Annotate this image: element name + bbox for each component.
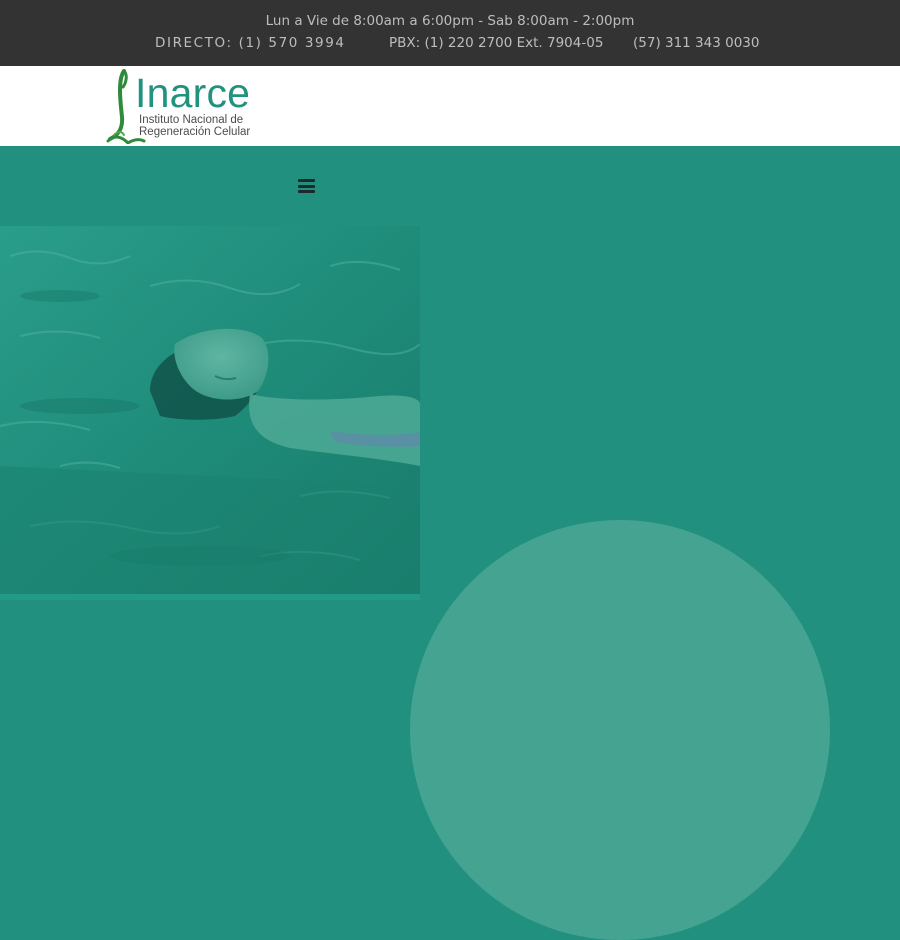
logo-wordmark: Inarce	[135, 70, 251, 116]
pbx-phone[interactable]: PBX: (1) 220 2700 Ext. 7904-05	[389, 35, 603, 51]
woman-floating-in-pool-photo	[0, 226, 420, 594]
decorative-circle	[410, 520, 830, 940]
inarce-logo[interactable]: Inarce Instituto Nacional de Regeneració…	[106, 69, 268, 144]
top-info-bar: Lun a Vie de 8:00am a 6:00pm - Sab 8:00a…	[0, 0, 900, 66]
main-navigation	[0, 146, 900, 226]
site-header: Inarce Instituto Nacional de Regeneració…	[0, 66, 900, 146]
menu-bar-bottom	[298, 190, 315, 193]
photo-bottom-strip	[0, 594, 420, 600]
direct-phone[interactable]: DIRECTO: (1) 570 3994	[155, 35, 346, 51]
logo-subtitle-line2: Regeneración Celular	[139, 126, 251, 138]
menu-bar-middle	[298, 184, 315, 188]
hamburger-menu-icon[interactable]	[298, 179, 315, 193]
mobile-phone[interactable]: (57) 311 343 0030	[633, 35, 759, 51]
menu-bar-top	[298, 179, 315, 182]
hero-section	[0, 226, 900, 940]
business-hours: Lun a Vie de 8:00am a 6:00pm - Sab 8:00a…	[265, 13, 635, 29]
logo-subtitle-line1: Instituto Nacional de	[139, 114, 244, 126]
pool-photo-art	[0, 226, 420, 594]
